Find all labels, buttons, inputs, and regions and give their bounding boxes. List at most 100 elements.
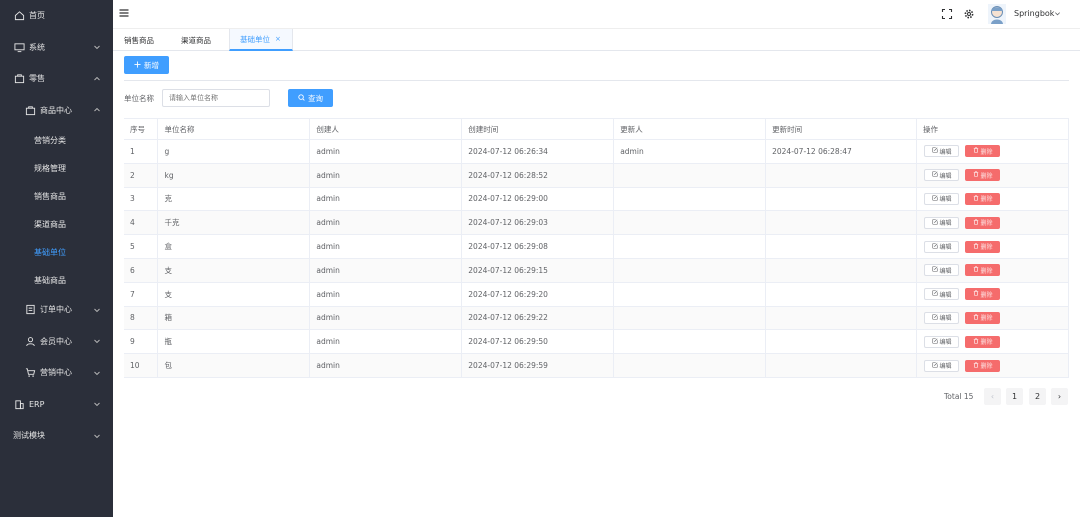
delete-button[interactable]: 删除 <box>965 264 1001 277</box>
sidebar-item-marketing-center[interactable]: 营销中心 <box>0 357 113 389</box>
sidebar-item-label: 商品中心 <box>40 105 72 115</box>
sidebar-item-erp[interactable]: ERP <box>0 389 113 421</box>
delete-button[interactable]: 删除 <box>965 192 1001 205</box>
delete-label: 删除 <box>980 244 993 252</box>
edit-icon <box>931 171 938 179</box>
avatar[interactable] <box>988 4 1006 24</box>
sidebar-item-test-module[interactable]: 测试模块 <box>0 420 113 452</box>
edit-icon <box>931 243 938 251</box>
cell-name: 盒 <box>157 234 311 259</box>
edit-button[interactable]: 编辑 <box>924 335 960 348</box>
sidebar-item-base-goods[interactable]: 基础商品 <box>0 266 113 294</box>
chevron-down-icon <box>93 400 101 408</box>
table-row: 7 支 admin 2024-07-12 06:29:20 编辑 删除 <box>124 282 1069 307</box>
tab-sales-goods[interactable]: 销售商品 <box>114 29 164 51</box>
edit-button[interactable]: 编辑 <box>924 145 960 158</box>
delete-button[interactable]: 删除 <box>965 145 1001 158</box>
col-header-updated: 更新时间 <box>765 118 918 140</box>
hamburger-icon[interactable] <box>119 8 129 18</box>
user-icon <box>24 335 36 347</box>
gear-icon[interactable] <box>963 8 975 20</box>
close-icon[interactable]: × <box>275 35 281 43</box>
cell-updater <box>613 187 767 212</box>
delete-button[interactable]: 删除 <box>965 288 1001 301</box>
edit-button[interactable]: 编辑 <box>924 192 960 205</box>
delete-label: 删除 <box>980 291 993 299</box>
main-content: 新增 单位名称 查询 序号 单位名称 创建人 创建时间 更新人 更新时间 操作 … <box>113 51 1080 517</box>
chevron-up-icon <box>93 106 101 114</box>
edit-button[interactable]: 编辑 <box>924 264 960 277</box>
sidebar-item-label: 系统 <box>29 42 45 52</box>
cell-no: 6 <box>124 258 159 283</box>
sidebar-item-goods-center[interactable]: 商品中心 <box>0 95 113 127</box>
page-1-button[interactable]: 1 <box>1006 388 1023 405</box>
sidebar-item-label: 基础商品 <box>34 275 66 285</box>
fullscreen-icon[interactable] <box>941 8 953 20</box>
sidebar-item-order-center[interactable]: 订单中心 <box>0 294 113 326</box>
sidebar-item-system[interactable]: 系统 <box>0 32 113 64</box>
chevron-down-icon[interactable] <box>1054 10 1061 17</box>
page-2-button[interactable]: 2 <box>1029 388 1046 405</box>
tab-channel-goods[interactable]: 渠道商品 <box>171 29 221 51</box>
sidebar-item-marketing-category[interactable]: 营销分类 <box>0 126 113 154</box>
delete-button[interactable]: 删除 <box>965 335 1001 348</box>
cell-updater <box>613 258 767 283</box>
sidebar-item-spec-mgmt[interactable]: 规格管理 <box>0 154 113 182</box>
tab-label: 基础单位 <box>240 34 270 44</box>
plus-icon <box>134 60 141 70</box>
edit-label: 编辑 <box>939 196 952 204</box>
cell-name: 克 <box>157 187 311 212</box>
cell-created: 2024-07-12 06:28:52 <box>461 163 615 188</box>
edit-label: 编辑 <box>939 148 952 156</box>
sidebar: 首页 系统 零售 商品中心 营销分类 规格管理 销售商品 渠道商品 基础单位 基… <box>0 0 113 517</box>
tab-base-unit[interactable]: 基础单位 × <box>229 29 293 51</box>
cell-creator: admin <box>309 163 463 188</box>
edit-label: 编辑 <box>939 363 952 371</box>
edit-button[interactable]: 编辑 <box>924 240 960 253</box>
delete-button[interactable]: 删除 <box>965 311 1001 324</box>
delete-button[interactable]: 删除 <box>965 359 1001 372</box>
table-row: 10 包 admin 2024-07-12 06:29:59 编辑 删除 <box>124 353 1069 378</box>
delete-button[interactable]: 删除 <box>965 169 1001 182</box>
unit-name-input[interactable] <box>162 89 270 107</box>
sidebar-item-member-center[interactable]: 会员中心 <box>0 326 113 358</box>
add-button-label: 新增 <box>144 60 159 70</box>
sidebar-item-sales-goods[interactable]: 销售商品 <box>0 182 113 210</box>
edit-button[interactable]: 编辑 <box>924 311 960 324</box>
cell-creator: admin <box>309 210 463 236</box>
edit-label: 编辑 <box>939 315 952 323</box>
sidebar-item-base-unit[interactable]: 基础单位 <box>0 238 113 266</box>
cell-name: kg <box>157 163 311 188</box>
sidebar-item-retail[interactable]: 零售 <box>0 63 113 95</box>
shop-icon <box>13 73 25 85</box>
delete-button[interactable]: 删除 <box>965 216 1001 229</box>
query-button[interactable]: 查询 <box>288 89 333 107</box>
cell-created: 2024-07-12 06:29:08 <box>461 234 615 259</box>
edit-button[interactable]: 编辑 <box>924 359 960 372</box>
cell-name: 瓶 <box>157 329 311 355</box>
table-row: 4 千克 admin 2024-07-12 06:29:03 编辑 删除 <box>124 210 1069 236</box>
cell-no: 10 <box>124 353 159 378</box>
sidebar-item-label: 基础单位 <box>34 247 66 257</box>
add-button[interactable]: 新增 <box>124 56 169 74</box>
cell-creator: admin <box>309 139 463 164</box>
delete-button[interactable]: 删除 <box>965 240 1001 253</box>
trash-icon <box>973 362 979 370</box>
table-row: 6 支 admin 2024-07-12 06:29:15 编辑 删除 <box>124 258 1069 283</box>
cell-no: 1 <box>124 139 159 164</box>
cell-updater <box>613 163 767 188</box>
cell-created: 2024-07-12 06:29:15 <box>461 258 615 283</box>
username[interactable]: Springbok <box>1014 9 1054 18</box>
sidebar-item-channel-goods[interactable]: 渠道商品 <box>0 210 113 238</box>
monitor-icon <box>13 41 25 53</box>
trash-icon <box>973 314 979 322</box>
prev-page-button[interactable]: ‹ <box>984 388 1001 405</box>
edit-button[interactable]: 编辑 <box>924 288 960 301</box>
cell-updated <box>765 210 918 236</box>
cell-creator: admin <box>309 353 463 378</box>
sidebar-item-home[interactable]: 首页 <box>0 0 113 32</box>
edit-button[interactable]: 编辑 <box>924 216 960 229</box>
edit-button[interactable]: 编辑 <box>924 169 960 182</box>
col-header-created: 创建时间 <box>461 118 615 140</box>
next-page-button[interactable]: › <box>1051 388 1068 405</box>
